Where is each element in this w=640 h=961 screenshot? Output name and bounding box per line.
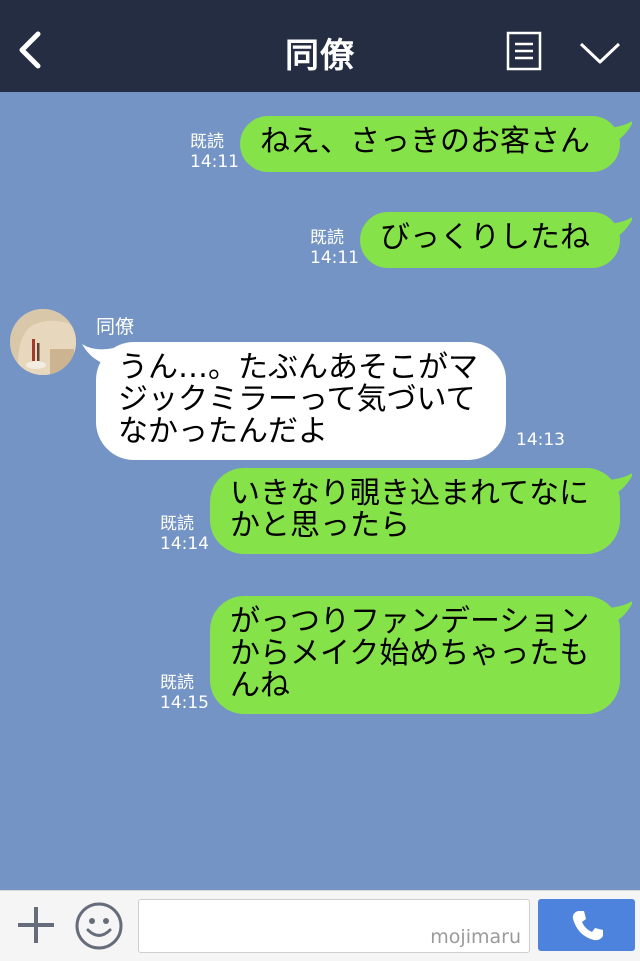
call-button[interactable] — [538, 899, 635, 951]
chat-header: 同僚 — [0, 0, 640, 92]
message-time: 14:13 — [516, 430, 565, 450]
my-message-bubble[interactable]: がっつりファンデーション からメイク始めちゃったも んね — [210, 596, 620, 714]
bubble-tail — [604, 217, 632, 242]
read-receipt: 既読 — [160, 673, 194, 693]
message-meta: 既読 14:14 — [160, 514, 209, 554]
bubble-tail — [604, 473, 632, 498]
watermark: mojimaru — [430, 926, 521, 948]
contact-avatar[interactable] — [10, 309, 76, 375]
message-text: いきなり覗き込まれてなに かと思ったら — [230, 476, 590, 543]
read-receipt: 既読 — [310, 228, 344, 248]
my-message-bubble[interactable]: びっくりしたね — [360, 212, 620, 268]
message-time: 14:11 — [190, 152, 239, 172]
message-meta: 既読 14:11 — [190, 132, 239, 172]
message-meta: 既読 14:11 — [310, 228, 359, 268]
their-message-bubble[interactable]: うん…。たぶんあそこがマ ジックミラーって気づいて なかったんだよ — [96, 342, 506, 460]
chevron-down-icon[interactable] — [578, 38, 622, 68]
message-time: 14:11 — [310, 248, 359, 268]
notes-icon[interactable] — [506, 31, 542, 71]
message-text: がっつりファンデーション からメイク始めちゃったも んね — [230, 604, 590, 703]
chat-title: 同僚 — [285, 36, 355, 76]
message-time: 14:15 — [160, 693, 209, 713]
smiley-icon[interactable] — [74, 901, 124, 951]
message-input[interactable]: mojimaru — [138, 899, 530, 953]
sender-name: 同僚 — [96, 316, 135, 338]
my-message-bubble[interactable]: ねえ、さっきのお客さん — [240, 116, 620, 172]
message-text: うん…。たぶんあそこがマ ジックミラーって気づいて なかったんだよ — [118, 350, 478, 449]
bubble-tail — [82, 344, 114, 366]
plus-icon[interactable] — [14, 903, 58, 947]
read-receipt: 既読 — [160, 514, 194, 534]
message-text: びっくりしたね — [380, 220, 590, 255]
input-bar: mojimaru — [0, 890, 640, 961]
bubble-tail — [604, 601, 632, 626]
phone-icon — [572, 911, 603, 941]
my-message-bubble[interactable]: いきなり覗き込まれてなに かと思ったら — [210, 468, 620, 554]
message-meta: 既読 14:15 — [160, 673, 209, 713]
bubble-tail — [604, 121, 632, 146]
message-time: 14:14 — [160, 534, 209, 554]
read-receipt: 既読 — [190, 132, 224, 152]
chat-area[interactable]: 既読 14:11 ねえ、さっきのお客さん 既読 14:11 びっくりしたね うん… — [0, 92, 640, 890]
message-text: ねえ、さっきのお客さん — [260, 124, 590, 159]
